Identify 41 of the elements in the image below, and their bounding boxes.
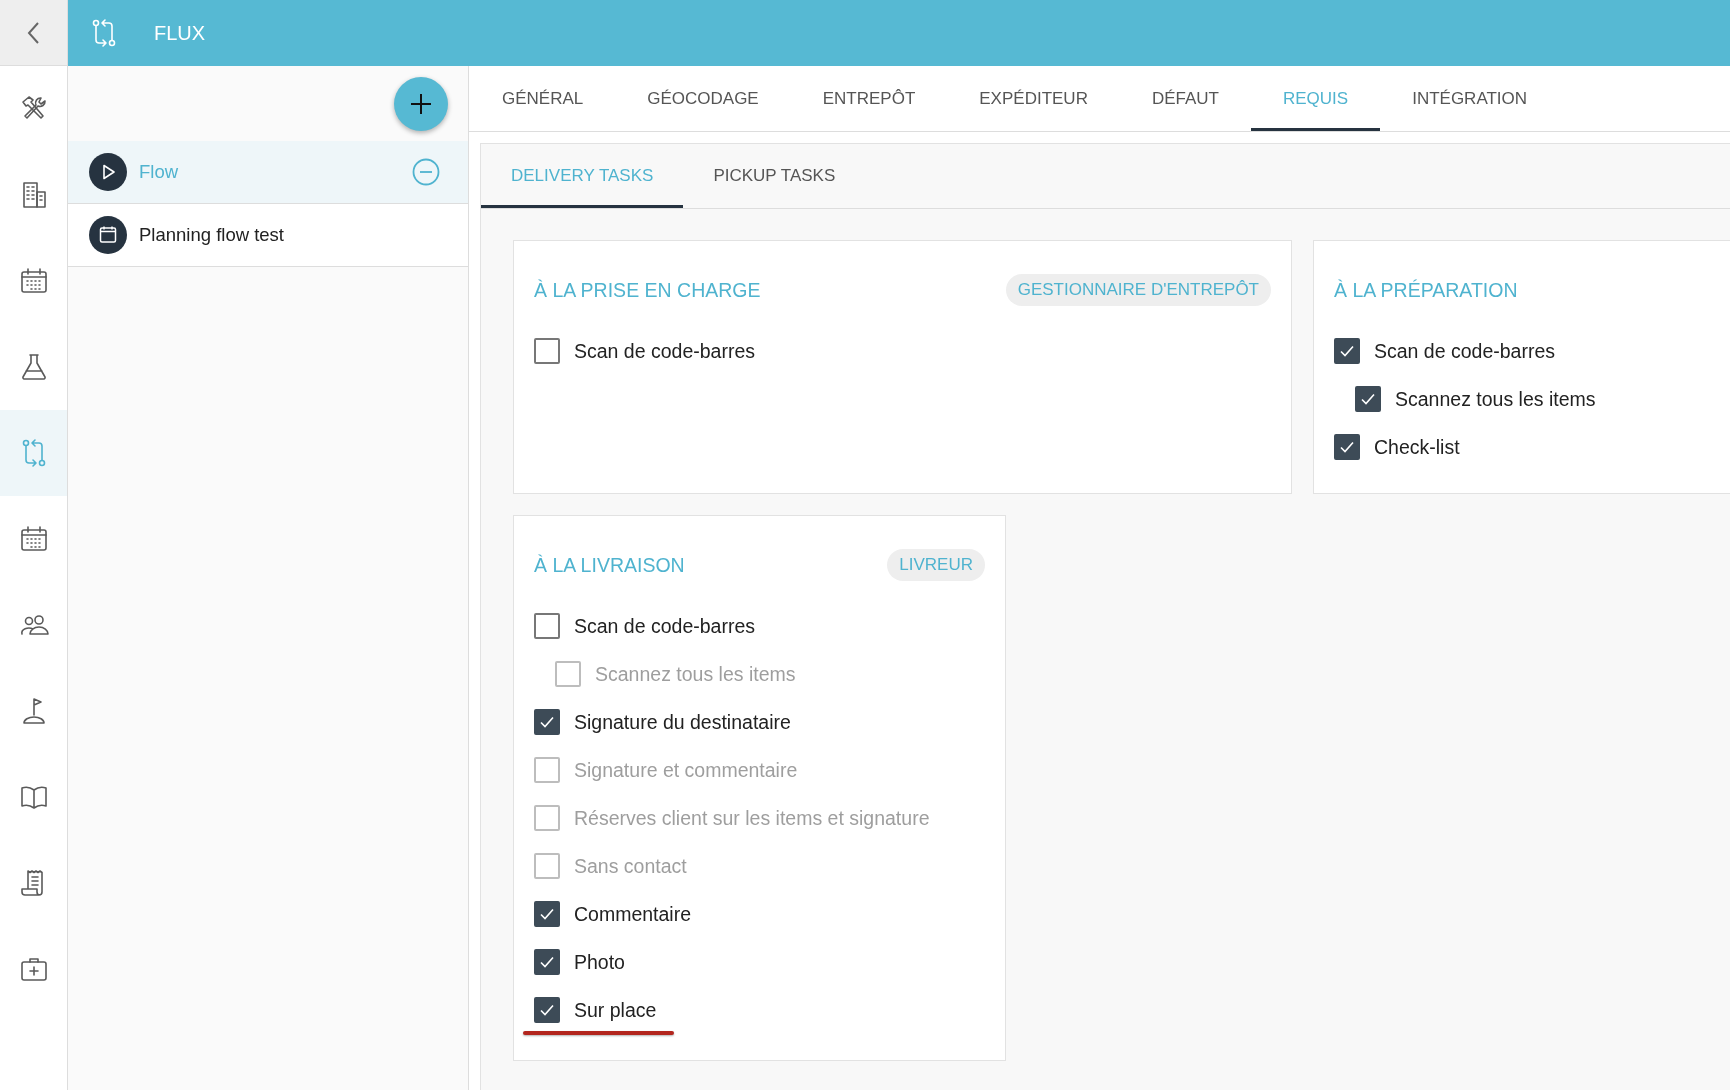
tab[interactable]: PICKUP TASKS: [683, 147, 866, 208]
tab[interactable]: ENTREPÔT: [790, 69, 948, 131]
checkbox[interactable]: [1355, 386, 1381, 412]
add-button[interactable]: [394, 76, 448, 131]
checkbox[interactable]: [534, 997, 560, 1023]
remove-icon[interactable]: [412, 158, 440, 186]
card-title: À LA LIVRAISON: [534, 553, 685, 577]
page-title: FLUX: [154, 21, 206, 45]
tab[interactable]: INTÉGRATION: [1380, 69, 1560, 131]
option-label: Photo: [574, 950, 625, 974]
option-label: Signature du destinataire: [574, 710, 791, 734]
checkbox[interactable]: [1334, 338, 1360, 364]
play-icon: [89, 153, 127, 191]
card-title: À LA PRISE EN CHARGE: [534, 278, 761, 302]
option-label: Sur place: [574, 998, 657, 1022]
option-label: Sans contact: [574, 854, 687, 878]
option-label: Check-list: [1374, 435, 1460, 459]
checkbox[interactable]: [1334, 434, 1360, 460]
option-label: Scan de code-barres: [574, 614, 756, 638]
option-label: Scan de code-barres: [1374, 339, 1556, 363]
card-title: À LA PRÉPARATION: [1334, 278, 1518, 302]
option-label: Signature et commentaire: [574, 758, 798, 782]
calendar-icon: [89, 216, 127, 254]
checkbox[interactable]: [534, 338, 560, 364]
role-badge: GESTIONNAIRE D'ENTREPÔT: [1005, 274, 1271, 306]
tab[interactable]: DÉFAUT: [1119, 69, 1251, 131]
option-label: Scannez tous les items: [595, 662, 796, 686]
option-label: Réserves client sur les items et signature: [574, 806, 930, 830]
checkbox[interactable]: [534, 949, 560, 975]
role-badge: LIVREUR: [887, 549, 985, 581]
flow-list-item[interactable]: Planning flow test: [68, 204, 468, 267]
option-label: Scan de code-barres: [574, 339, 756, 363]
tab[interactable]: GÉNÉRAL: [470, 69, 616, 131]
tab[interactable]: EXPÉDITEUR: [947, 69, 1120, 131]
checkbox[interactable]: [534, 901, 560, 927]
option-label: Commentaire: [574, 902, 692, 926]
option-label: Scannez tous les items: [1395, 387, 1596, 411]
tab[interactable]: GÉOCODAGE: [615, 69, 791, 131]
checkbox[interactable]: [534, 613, 560, 639]
plus-icon: [409, 91, 433, 116]
checkbox[interactable]: [534, 709, 560, 735]
